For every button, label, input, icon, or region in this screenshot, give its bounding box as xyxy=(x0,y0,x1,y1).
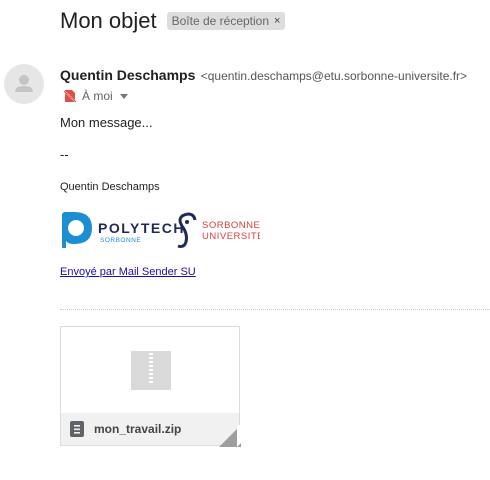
attachment-preview[interactable] xyxy=(61,327,239,413)
not-important-marker-icon[interactable] xyxy=(62,88,78,104)
sorbonne-line2: UNIVERSITÉ xyxy=(202,231,260,242)
sender-line: Quentin Deschamps <quentin.deschamps@etu… xyxy=(60,67,467,83)
label-chip-text: Boîte de réception xyxy=(171,14,270,28)
page-fold-overlay xyxy=(237,425,259,447)
attachments-divider xyxy=(60,309,490,310)
inbox-label-chip[interactable]: Boîte de réception × xyxy=(166,12,286,30)
person-icon xyxy=(15,75,33,92)
signature-separator: -- xyxy=(60,147,69,162)
attachment-card[interactable]: mon_travail.zip xyxy=(60,326,259,447)
signature-name: Quentin Deschamps xyxy=(60,181,160,193)
recipient-text: À moi xyxy=(82,89,113,103)
remove-label-button[interactable]: × xyxy=(274,12,280,30)
zip-file-icon xyxy=(131,351,171,390)
message-body: Mon message... xyxy=(60,115,153,130)
sorbonne-line1: SORBONNE xyxy=(202,220,260,231)
sender-name[interactable]: Quentin Deschamps xyxy=(60,67,195,83)
sent-by-link[interactable]: Envoyé par Mail Sender SU xyxy=(60,266,196,278)
polytech-subtext: SORBONNE xyxy=(100,237,141,244)
subject-row: Mon objet Boîte de réception × xyxy=(60,8,286,34)
archive-file-icon xyxy=(70,421,84,437)
attachment-footer[interactable]: mon_travail.zip xyxy=(61,413,239,445)
attachment-file-name: mon_travail.zip xyxy=(94,422,182,436)
polytech-logo: POLYTECH SORBONNE xyxy=(62,212,185,248)
email-subject: Mon objet xyxy=(60,8,157,33)
signature-logos: POLYTECH SORBONNE SORBONNE UNIVERSITÉ xyxy=(60,208,264,255)
chevron-down-icon[interactable] xyxy=(119,93,128,99)
sender-email: <quentin.deschamps@etu.sorbonne-universi… xyxy=(200,69,468,83)
sender-avatar[interactable] xyxy=(4,64,44,104)
polytech-text: POLYTECH xyxy=(98,220,185,236)
sorbonne-universite-logo: SORBONNE UNIVERSITÉ xyxy=(177,212,264,248)
recipient-details-toggle[interactable]: À moi xyxy=(62,88,128,104)
